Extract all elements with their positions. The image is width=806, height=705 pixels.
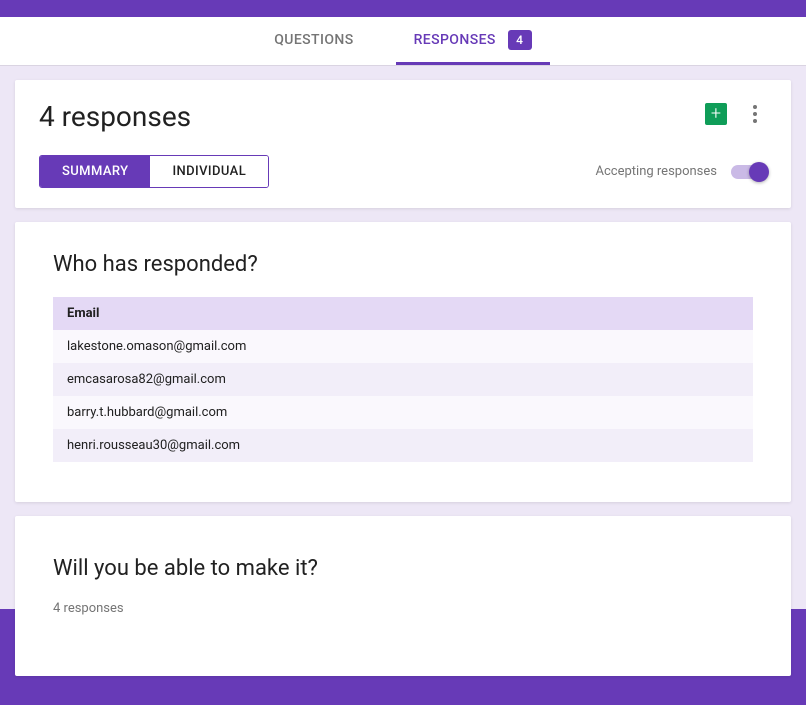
who-responded-card: Who has responded? Email lakestone.omaso… (15, 222, 791, 502)
table-row: henri.rousseau30@gmail.com (53, 429, 753, 462)
accepting-responses-toggle[interactable] (731, 165, 767, 179)
segment-individual[interactable]: Individual (150, 156, 268, 187)
email-column-header: Email (53, 297, 753, 330)
segment-individual-label: Individual (172, 164, 246, 179)
responses-title: 4 responses (39, 100, 191, 133)
table-row: lakestone.omason@gmail.com (53, 330, 753, 363)
tab-questions-label: Questions (274, 32, 353, 48)
tab-questions[interactable]: Questions (256, 17, 371, 65)
respondent-table: Email lakestone.omason@gmail.com emcasar… (53, 297, 753, 462)
create-spreadsheet-button[interactable]: + (705, 103, 727, 125)
view-segment: Summary Individual (39, 155, 269, 188)
table-row: emcasarosa82@gmail.com (53, 363, 753, 396)
app-chrome-top (0, 0, 806, 17)
tab-responses[interactable]: Responses 4 (396, 17, 550, 65)
tabbar: Questions Responses 4 (0, 17, 806, 65)
segment-summary[interactable]: Summary (40, 156, 150, 187)
responses-card: 4 responses + Summary (15, 80, 791, 208)
table-row: barry.t.hubbard@gmail.com (53, 396, 753, 429)
more-vert-icon (753, 105, 757, 109)
more-options-button[interactable] (743, 102, 767, 126)
question-response-count: 4 responses (53, 601, 753, 616)
page-background: Questions Responses 4 4 responses + (0, 17, 806, 609)
segment-summary-label: Summary (62, 164, 128, 179)
accepting-responses-label: Accepting responses (596, 164, 718, 179)
question-card: Will you be able to make it? 4 responses (15, 516, 791, 676)
sheets-icon: + (711, 105, 721, 123)
responses-count-badge: 4 (508, 30, 532, 50)
tab-responses-label: Responses (414, 32, 496, 48)
who-responded-title: Who has responded? (53, 252, 753, 277)
toggle-knob (749, 162, 769, 182)
question-title: Will you be able to make it? (53, 556, 753, 581)
